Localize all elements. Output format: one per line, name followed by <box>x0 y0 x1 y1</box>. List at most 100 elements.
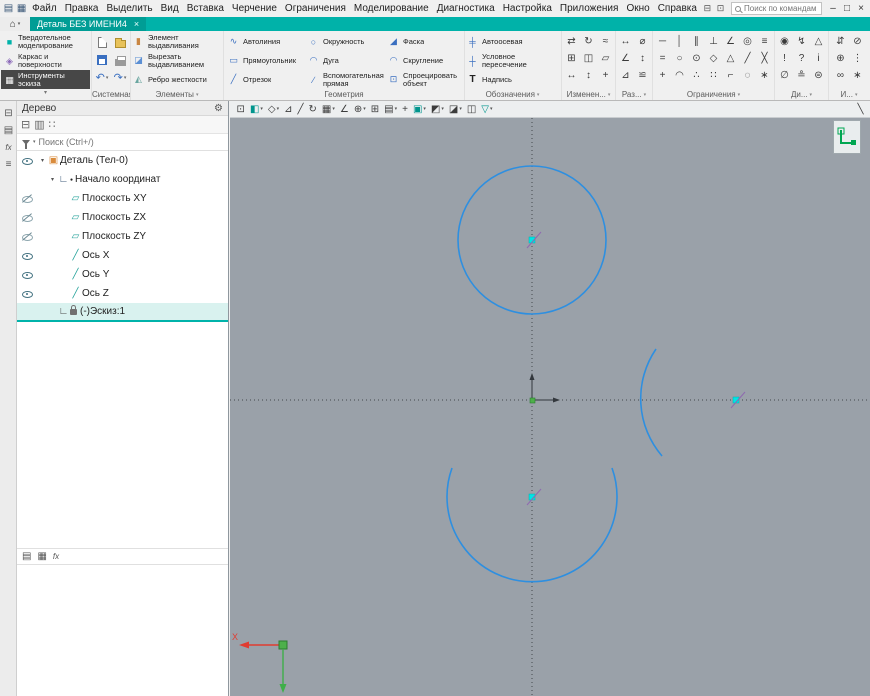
modes-more-icon[interactable]: ▾ <box>1 89 90 97</box>
visibility-off-icon[interactable] <box>20 208 34 227</box>
ribbon-tool-icon[interactable]: ╳ <box>756 50 773 67</box>
color-picker-icon[interactable]: ╲ <box>855 102 866 117</box>
text-label-button[interactable]: TНадпись <box>465 70 560 89</box>
circle-button[interactable]: ○Окружность <box>306 32 386 51</box>
ribbon-tool-icon[interactable]: ↕ <box>580 67 597 84</box>
section-label-modify[interactable]: Изменен... <box>562 90 615 99</box>
ribbon-tool-icon[interactable]: + <box>597 67 614 84</box>
ribbon-tool-icon[interactable]: △ <box>810 33 827 50</box>
ribbon-tool-icon[interactable]: ─ <box>654 33 671 50</box>
drawing-canvas[interactable]: X ⊡◧▾◇▾⊿╱↻▦▾∠⊕▾⊞▤▾+▣▾◩▾◪▾◫▽▾╲ <box>230 101 870 696</box>
ribbon-tool-icon[interactable]: ∥ <box>688 33 705 50</box>
tree-item-axis-y[interactable]: ╱ Ось Y <box>17 265 228 284</box>
menu-constraints[interactable]: Ограничения <box>281 3 350 14</box>
panel-tree-icon[interactable]: ⊟ <box>0 105 17 122</box>
orientation-icon[interactable]: ◧▾ <box>247 102 265 117</box>
menu-edit[interactable]: Правка <box>61 3 103 14</box>
ribbon-tool-icon[interactable]: ⊘ <box>849 33 866 50</box>
pan-icon[interactable]: + <box>400 102 411 117</box>
ribbon-tool-icon[interactable]: ▱ <box>597 50 614 67</box>
segment-button[interactable]: ╱Отрезок <box>226 70 306 89</box>
ribbon-tool-icon[interactable]: ◌ <box>739 67 756 84</box>
auxiliary-line-button[interactable]: ∕Вспомогательная прямая <box>306 70 386 89</box>
ribbon-tool-icon[interactable]: │ <box>671 33 688 50</box>
tree-item-plane-zy[interactable]: ▱ Плоскость ZY <box>17 227 228 246</box>
ribbon-tool-icon[interactable]: = <box>654 50 671 67</box>
expand-arrow-icon[interactable]: ▾ <box>48 176 57 183</box>
undo-button[interactable]: ↶▾ <box>93 69 111 87</box>
extrude-button[interactable]: ▮ Элемент выдавливания <box>131 32 223 51</box>
ribbon-tool-icon[interactable]: ⊥ <box>705 33 722 50</box>
new-document-button[interactable] <box>93 33 111 51</box>
menu-modeling[interactable]: Моделирование <box>350 3 433 14</box>
save-button[interactable] <box>93 51 111 69</box>
ribbon-tool-icon[interactable]: ∗ <box>756 67 773 84</box>
panel-layers-icon[interactable]: ▤ <box>0 122 17 139</box>
mode-wireframe-surfaces[interactable]: ◈ Каркас и поверхности <box>1 51 90 70</box>
section-label-system[interactable]: Системная <box>92 90 130 99</box>
ribbon-tool-icon[interactable]: ∅ <box>776 67 793 84</box>
open-button[interactable] <box>111 33 129 51</box>
section-label-constraints[interactable]: Ограничения <box>653 90 774 99</box>
panel-variables-icon[interactable]: fx <box>0 139 17 156</box>
ribbon-tool-icon[interactable]: ! <box>776 50 793 67</box>
document-tab[interactable]: Деталь БЕЗ ИМЕНИ4 × <box>30 17 146 31</box>
ribbon-tool-icon[interactable]: ⋮ <box>849 50 866 67</box>
clip-view-icon[interactable]: ◫ <box>464 102 478 117</box>
ribbon-tool-icon[interactable]: ∗ <box>849 67 866 84</box>
rib-button[interactable]: ◭ Ребро жесткости <box>131 70 223 89</box>
command-search[interactable] <box>731 2 822 15</box>
tree-item-plane-xy[interactable]: ▱ Плоскость XY <box>17 189 228 208</box>
menu-settings[interactable]: Настройка <box>499 3 556 14</box>
section-label-misc[interactable]: И... <box>829 90 869 99</box>
section-label-diagnostics[interactable]: Ди... <box>775 90 828 99</box>
ribbon-tool-icon[interactable]: ∠ <box>617 50 634 67</box>
tree-composition-icon[interactable]: ▥ <box>34 118 44 131</box>
display-mode-icon[interactable]: ▣▾ <box>410 102 428 117</box>
autoline-button[interactable]: ∿Автолиния <box>226 32 306 51</box>
sketch-mode-indicator[interactable] <box>833 120 861 154</box>
screen-icon[interactable]: ⊡ <box>714 3 727 14</box>
fillet-button[interactable]: ◠Скругление <box>386 51 466 70</box>
ribbon-tool-icon[interactable]: ≈ <box>597 33 614 50</box>
home-button[interactable]: ⌂ ▾ <box>0 17 30 31</box>
isometry-icon[interactable]: ◇▾ <box>265 102 281 117</box>
ribbon-tool-icon[interactable]: ⇵ <box>832 33 849 50</box>
ribbon-tool-icon[interactable]: ○ <box>671 50 688 67</box>
ribbon-tool-icon[interactable]: ≌ <box>634 67 651 84</box>
documents-icon[interactable]: ▤ <box>2 3 15 14</box>
hidden-lines-icon[interactable]: ◪▾ <box>446 102 464 117</box>
close-tab-icon[interactable]: × <box>134 19 139 29</box>
mode-solid-modeling[interactable]: ■ Твердотельное моделирование <box>1 32 90 51</box>
menu-insert[interactable]: Вставка <box>183 3 228 14</box>
filter-icon[interactable]: ▽▾ <box>479 102 495 117</box>
tree-item-axis-z[interactable]: ╱ Ось Z <box>17 284 228 303</box>
visibility-off-icon[interactable] <box>20 227 34 246</box>
ribbon-tool-icon[interactable]: ◉ <box>776 33 793 50</box>
project-object-button[interactable]: ⊡Спроецировать объект <box>386 70 466 89</box>
section-label-dimensions[interactable]: Раз... <box>616 90 652 99</box>
center-point-marker[interactable] <box>527 232 541 248</box>
dock-icon[interactable]: ⊡ <box>234 102 247 117</box>
gear-icon[interactable]: ⚙ <box>214 103 223 114</box>
filter-icon[interactable] <box>22 140 30 145</box>
section-label-geometry[interactable]: Геометрия <box>224 90 464 99</box>
ribbon-tool-icon[interactable]: ⇄ <box>563 33 580 50</box>
ribbon-tool-icon[interactable]: ↻ <box>580 33 597 50</box>
ribbon-tool-icon[interactable]: ↔ <box>617 33 634 50</box>
ribbon-tool-icon[interactable]: ╱ <box>739 50 756 67</box>
section-label-notation[interactable]: Обозначения <box>465 90 560 99</box>
tree-item-detail[interactable]: ▾ ▣ Деталь (Тел-0) <box>17 151 228 170</box>
tree-item-sketch1[interactable]: ∟ (-)Эскиз:1 <box>17 303 228 322</box>
visibility-eye-icon[interactable] <box>20 151 34 170</box>
tree-item-origin[interactable]: ▾ ∟ ● Начало координат <box>17 170 228 189</box>
ribbon-tool-icon[interactable]: ◇ <box>705 50 722 67</box>
ribbon-tool-icon[interactable]: ◫ <box>580 50 597 67</box>
visibility-eye-icon[interactable] <box>20 246 34 265</box>
ribbon-tool-icon[interactable]: ∠ <box>722 33 739 50</box>
ribbon-tool-icon[interactable]: △ <box>722 50 739 67</box>
minimize-button[interactable]: – <box>826 3 840 14</box>
ribbon-tool-icon[interactable]: ⊙ <box>688 50 705 67</box>
section-view-icon[interactable]: ◩▾ <box>428 102 446 117</box>
tree-search-input[interactable] <box>39 137 223 147</box>
